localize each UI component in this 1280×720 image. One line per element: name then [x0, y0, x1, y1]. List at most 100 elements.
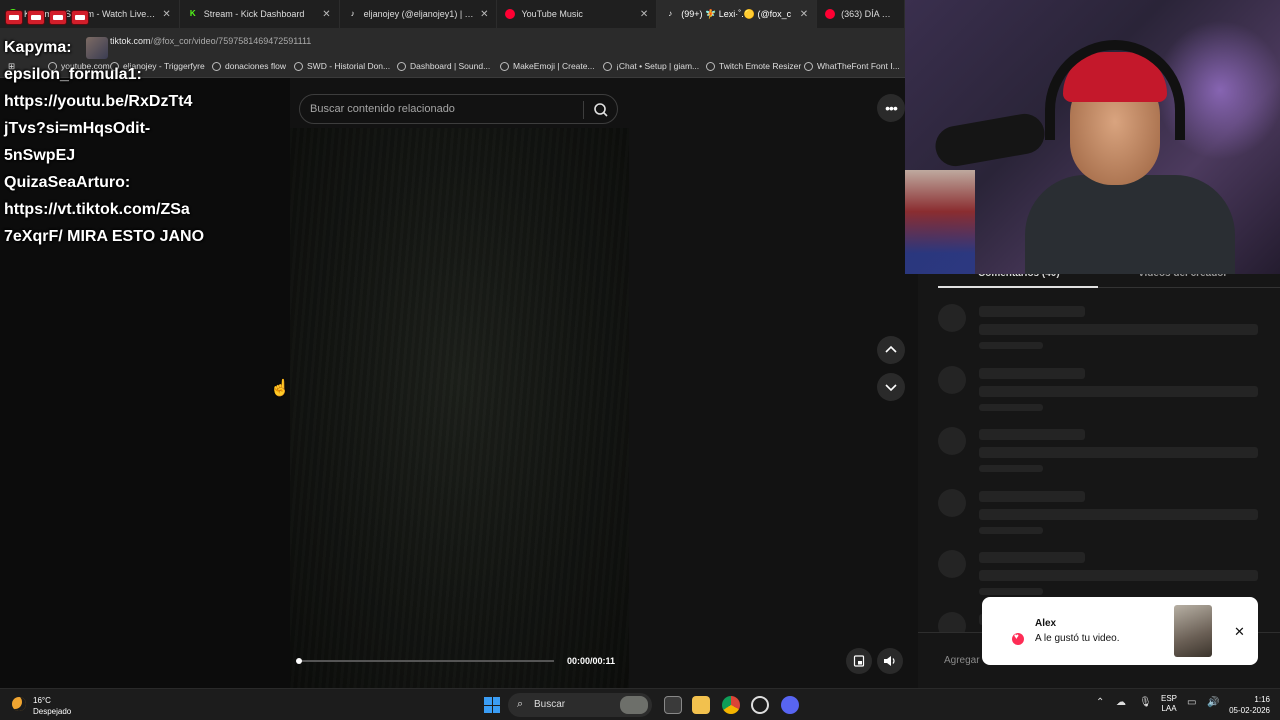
weather-desc: Despejado: [33, 707, 72, 716]
bookmark-icon: [294, 61, 303, 71]
tab-close-icon[interactable]: ✕: [480, 9, 488, 20]
skeleton-block: [979, 342, 1043, 349]
bookmark-item[interactable]: Dashboard | Sound...: [397, 61, 490, 71]
chat-username: QuizaSeaArturo:: [4, 174, 131, 191]
tab-close-icon[interactable]: ✕: [800, 9, 808, 20]
bookmark-label: Twitch Emote Resizer: [719, 61, 802, 71]
skeleton-block: [979, 306, 1085, 317]
screen: Kapyma - Stream - Watch Live on✕KStream …: [0, 0, 1280, 720]
windows-taskbar: 16°C Despejado ⌕ Buscar ⌃ ☁ 🎙 ESP LAA ▭ …: [0, 688, 1280, 720]
tray-volume-icon[interactable]: 🔊: [1207, 697, 1219, 708]
video-progress-bar[interactable]: [296, 658, 554, 664]
chrome-icon[interactable]: [722, 696, 740, 714]
tray-chevron-up-icon[interactable]: ⌃: [1096, 697, 1104, 708]
notification-user: Alex: [1035, 618, 1057, 629]
bookmark-icon: [603, 61, 612, 71]
obs-icon[interactable]: [751, 696, 769, 714]
bookmark-item[interactable]: SWD - Historial Don...: [294, 61, 390, 71]
emote-icon: [71, 10, 89, 25]
skeleton-block: [979, 552, 1085, 563]
browser-tab[interactable]: YouTube Music ✕: [497, 0, 658, 28]
search-divider: [583, 101, 584, 119]
next-video-button[interactable]: [877, 373, 905, 401]
webcam-shelf: [905, 170, 975, 274]
clock[interactable]: 1:16 05-02-2026: [1226, 694, 1270, 716]
comment-skeleton: [938, 427, 1268, 477]
browser-tab[interactable]: (363) DÍA DE PLAY: [817, 0, 906, 28]
bookmark-label: Dashboard | Sound...: [410, 61, 491, 71]
skeleton-block: [938, 488, 966, 517]
chevron-up-icon: [885, 345, 897, 353]
chat-message-line: https://youtu.be/RxDzTt4: [4, 93, 193, 110]
windows-start-icon[interactable]: [484, 697, 500, 713]
tab-close-icon[interactable]: ✕: [640, 9, 648, 20]
lang-code: ESP: [1161, 694, 1178, 703]
skeleton-block: [979, 324, 1258, 335]
tab-title: (363) DÍA DE PLAY: [841, 9, 896, 19]
weather-temp: 16°C: [33, 696, 51, 705]
tray-microphone-icon[interactable]: 🎙: [1139, 697, 1152, 708]
browser-tab[interactable]: ♪ (99+) 🧚 Lexi·˚.🟡 (@fox_c ✕: [657, 0, 818, 28]
skeleton-block: [979, 385, 1258, 397]
skeleton-block: [938, 304, 966, 332]
browser-tab[interactable]: ♪ eljanojey (@eljanojey1) | TikTok ✕: [340, 0, 498, 28]
chevron-down-icon: [885, 384, 897, 392]
previous-video-button[interactable]: [877, 336, 905, 364]
tab-close-icon[interactable]: ✕: [322, 9, 330, 20]
weather-moon-icon[interactable]: [12, 697, 26, 711]
clock-date: 05-02-2026: [1229, 706, 1270, 715]
volume-button[interactable]: [877, 648, 903, 674]
chat-emote-row: [5, 10, 89, 25]
browser-tab[interactable]: K Stream - Kick Dashboard ✕: [180, 0, 340, 28]
video-player[interactable]: [290, 128, 629, 688]
skeleton-block: [979, 490, 1085, 502]
microphone: [932, 110, 1048, 170]
clock-time: 1:16: [1254, 695, 1270, 704]
active-tab-indicator: [938, 286, 1098, 288]
bookmark-label: SWD - Historial Don...: [307, 61, 391, 71]
search-icon[interactable]: [593, 102, 609, 118]
chat-message-line: 7eXqrF/ MIRA ESTO JANO: [4, 228, 205, 245]
close-icon[interactable]: ✕: [1234, 624, 1245, 640]
like-notification[interactable]: Alex A le gustó tu video. ✕: [982, 597, 1258, 665]
taskbar-search[interactable]: ⌕ Buscar: [508, 693, 652, 717]
tray-network-icon[interactable]: ▭: [1187, 697, 1196, 708]
skeleton-block: [979, 447, 1258, 458]
tab-favicon-icon: [505, 9, 516, 19]
file-explorer-icon[interactable]: [692, 696, 710, 714]
language-indicator[interactable]: ESP LAA: [1161, 694, 1177, 714]
bookmark-icon: [706, 61, 715, 71]
bookmark-icon: [804, 61, 813, 71]
progress-knob[interactable]: [296, 658, 302, 664]
taskbar-search-label: Buscar: [534, 699, 566, 710]
more-options-button[interactable]: •••: [877, 94, 905, 122]
bookmark-item[interactable]: MakeEmoji | Create...: [500, 61, 595, 71]
lang-layout: LAA: [1161, 704, 1177, 713]
emote-icon: [27, 10, 45, 25]
notification-thumbnail[interactable]: [1174, 605, 1212, 657]
skeleton-block: [979, 526, 1043, 534]
task-view-icon[interactable]: [664, 696, 682, 714]
chat-message-line: 5nSwpEJ: [4, 147, 76, 164]
bookmark-icon: [397, 61, 406, 71]
tray-cloud-icon[interactable]: ☁: [1116, 697, 1126, 708]
notification-message: A le gustó tu video.: [1035, 633, 1120, 644]
comment-skeleton: [938, 365, 1268, 416]
tab-close-icon[interactable]: ✕: [162, 9, 170, 20]
tab-favicon-icon: ♪: [350, 9, 355, 18]
browser-tab-bar: Kapyma - Stream - Watch Live on✕KStream …: [0, 0, 906, 28]
related-search-box[interactable]: Buscar contenido relacionado: [299, 94, 618, 124]
bookmark-item[interactable]: Twitch Emote Resizer: [706, 61, 801, 71]
discord-icon[interactable]: [781, 696, 799, 714]
pip-button[interactable]: [846, 648, 872, 674]
emote-icon: [5, 10, 23, 25]
tab-favicon-icon: [825, 9, 836, 19]
skeleton-block: [979, 429, 1085, 440]
bookmark-item[interactable]: ¡Chat • Setup | giam...: [603, 61, 699, 71]
weather-widget[interactable]: 16°C Despejado: [33, 695, 71, 717]
skeleton-block: [938, 365, 966, 394]
stream-chat-overlay: Kapyma: epsilon_formula1: https://youtu.b…: [4, 34, 284, 250]
chat-message-line: jTvs?si=mHqsOdit-: [4, 120, 151, 137]
bookmark-item[interactable]: WhatTheFont Font I...: [804, 61, 900, 71]
emote-icon: [49, 10, 67, 25]
